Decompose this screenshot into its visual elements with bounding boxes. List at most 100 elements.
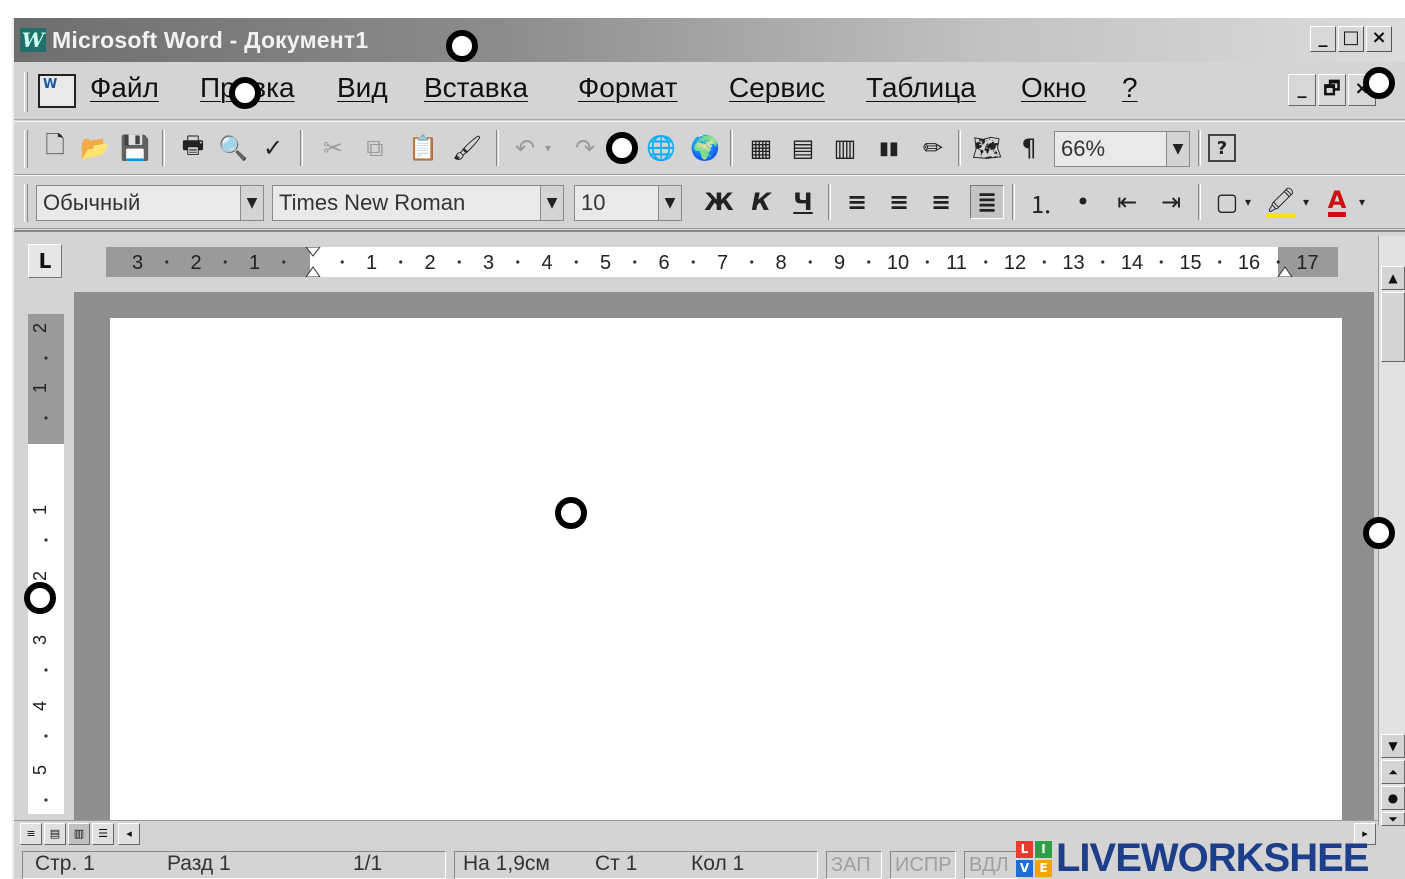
ruler-tick-label: 16 <box>1238 252 1260 274</box>
minimize-button[interactable]: _ <box>1310 26 1336 52</box>
ruler-half-tick <box>223 260 227 264</box>
drawing-icon[interactable]: ✏ <box>916 131 950 165</box>
show-marks-icon[interactable]: ¶ <box>1012 131 1046 165</box>
align-left-icon[interactable]: ≡ <box>840 185 874 219</box>
document-page[interactable] <box>110 318 1342 820</box>
redo-icon[interactable]: ↷ <box>568 131 602 165</box>
word-app-icon[interactable]: W <box>20 28 46 52</box>
columns-icon[interactable]: ▮▮ <box>872 131 906 165</box>
vertical-ruler-half-tick <box>44 798 48 802</box>
hyperlink-icon[interactable]: 🌐 <box>644 131 678 165</box>
copy-icon[interactable]: ⧉ <box>358 131 392 165</box>
font-size-combo[interactable]: 10 <box>574 185 658 221</box>
standard-toolbar: 🗋 📂 💾 🖶 🔍 ✓ ✂ ⧉ 📋 🖌 ↶ ▾ ↷ 🌐 🌍 ▦ ▤ ▥ ▮▮ ✏… <box>14 121 1405 175</box>
bulleted-list-icon[interactable]: • <box>1066 185 1100 219</box>
decrease-indent-icon[interactable]: ⇤ <box>1110 185 1144 219</box>
next-page-icon[interactable]: ⏷ <box>1381 812 1405 826</box>
menu-insert[interactable]: Вставка <box>424 72 528 104</box>
new-document-icon[interactable]: 🗋 <box>38 131 72 165</box>
increase-indent-icon[interactable]: ⇥ <box>1154 185 1188 219</box>
font-combo[interactable]: Times New Roman <box>272 185 540 221</box>
status-extend-indicator[interactable]: ВДЛ <box>964 851 1018 879</box>
toolbar-grip[interactable] <box>24 130 28 168</box>
menu-table[interactable]: Таблица <box>866 72 976 104</box>
ruler-half-tick <box>750 260 754 264</box>
chevron-down-icon[interactable]: ▾ <box>1298 185 1314 219</box>
menu-tools[interactable]: Сервис <box>729 72 825 104</box>
undo-icon[interactable]: ↶ <box>508 131 542 165</box>
status-track-changes-indicator[interactable]: ИСПР <box>890 851 956 879</box>
status-position-panel[interactable]: На 1,9см Ст 1 Кол 1 <box>454 851 818 879</box>
normal-view-icon[interactable]: ≡ <box>20 823 42 845</box>
toolbar-separator <box>828 184 831 220</box>
vertical-ruler-half-tick <box>44 538 48 542</box>
highlight-icon[interactable]: 🖍 <box>1264 185 1298 219</box>
print-layout-icon[interactable]: ▥ <box>68 823 90 845</box>
toolbar-grip[interactable] <box>24 184 28 222</box>
align-center-icon[interactable]: ≡ <box>882 185 916 219</box>
horizontal-ruler[interactable]: 321 1 2 3 4 5 6 7 8 9 10 11 12 13 14 15 16 17 <box>106 246 1338 278</box>
ruler-half-tick <box>574 260 578 264</box>
maximize-button[interactable]: □ <box>1338 26 1364 52</box>
chevron-down-icon[interactable]: ▾ <box>1240 185 1256 219</box>
menu-window[interactable]: Окно <box>1021 72 1086 104</box>
scroll-down-icon[interactable]: ▼ <box>1381 734 1405 758</box>
select-browse-object-icon[interactable]: ● <box>1381 786 1405 810</box>
underline-icon[interactable]: Ч <box>786 185 820 219</box>
title-bar[interactable]: W Microsoft Word - Документ1 _ □ × <box>14 18 1405 62</box>
zoom-combo[interactable]: 66% <box>1054 131 1166 167</box>
borders-icon[interactable]: ▢ <box>1210 185 1244 219</box>
spelling-icon[interactable]: ✓ <box>256 131 290 165</box>
chevron-down-icon[interactable]: ▼ <box>540 185 564 221</box>
document-map-icon[interactable]: 🗺 <box>970 131 1004 165</box>
close-button[interactable]: × <box>1366 26 1392 52</box>
numbered-list-icon[interactable]: ⒈ <box>1024 185 1058 219</box>
ruler-tick-label: 11 <box>946 252 967 274</box>
ruler-half-tick <box>633 260 637 264</box>
status-page-panel[interactable]: Стр. 1 Разд 1 1/1 <box>22 851 446 879</box>
tables-borders-icon[interactable]: ▦ <box>744 131 778 165</box>
undo-dropdown-icon[interactable]: ▾ <box>538 131 558 165</box>
format-painter-icon[interactable]: 🖌 <box>450 131 484 165</box>
web-toolbar-icon[interactable]: 🌍 <box>688 131 722 165</box>
bold-icon[interactable]: Ж <box>702 185 736 219</box>
chevron-down-icon[interactable]: ▼ <box>658 185 682 221</box>
print-preview-icon[interactable]: 🔍 <box>216 131 250 165</box>
scroll-thumb[interactable] <box>1381 292 1405 362</box>
previous-page-icon[interactable]: ⏶ <box>1381 760 1405 784</box>
doc-restore-button[interactable]: 🗗 <box>1318 74 1346 106</box>
menu-help[interactable]: ? <box>1122 72 1138 104</box>
status-record-indicator[interactable]: ЗАП <box>826 851 882 879</box>
web-layout-icon[interactable]: ▤ <box>44 823 66 845</box>
insert-table-icon[interactable]: ▤ <box>786 131 820 165</box>
document-icon[interactable]: W <box>38 74 76 108</box>
chevron-down-icon[interactable]: ▼ <box>240 185 264 221</box>
font-color-icon[interactable]: A <box>1320 185 1354 219</box>
cut-icon[interactable]: ✂ <box>316 131 350 165</box>
open-folder-icon[interactable]: 📂 <box>78 131 112 165</box>
menubar-grip[interactable] <box>24 72 28 112</box>
chevron-down-icon[interactable]: ▼ <box>1166 131 1190 167</box>
chevron-down-icon[interactable]: ▾ <box>1354 185 1370 219</box>
ruler-half-tick <box>1159 260 1163 264</box>
justify-icon[interactable]: ≣ <box>970 185 1004 219</box>
vertical-ruler[interactable]: 2 1 1 2 3 4 5 <box>28 314 64 814</box>
outline-view-icon[interactable]: ☰ <box>92 823 114 845</box>
ruler-tick-label: 17 <box>1296 252 1318 274</box>
menu-view[interactable]: Вид <box>337 72 388 104</box>
scroll-left-icon[interactable]: ◂ <box>118 823 140 845</box>
save-icon[interactable]: 💾 <box>118 131 152 165</box>
scroll-up-icon[interactable]: ▲ <box>1381 266 1405 290</box>
tab-selector-button[interactable]: L <box>28 244 62 278</box>
menu-file[interactable]: Файл <box>90 72 159 104</box>
insert-excel-icon[interactable]: ▥ <box>828 131 862 165</box>
print-icon[interactable]: 🖶 <box>176 131 210 165</box>
paste-icon[interactable]: 📋 <box>406 131 440 165</box>
align-right-icon[interactable]: ≡ <box>924 185 958 219</box>
doc-minimize-button[interactable]: _ <box>1288 74 1316 106</box>
italic-icon[interactable]: К <box>744 185 778 219</box>
help-icon[interactable]: ? <box>1208 134 1236 162</box>
style-combo[interactable]: Обычный <box>36 185 240 221</box>
logo-letter: L <box>1016 840 1033 858</box>
menu-format[interactable]: Формат <box>578 72 677 104</box>
